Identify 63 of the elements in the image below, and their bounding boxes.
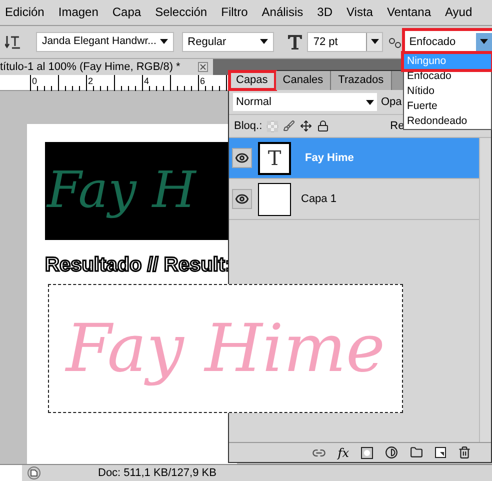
- panel-tab[interactable]: Capas: [229, 71, 276, 90]
- blend-mode-dropdown[interactable]: Normal: [233, 93, 377, 111]
- caret-icon: [370, 39, 379, 44]
- eye-icon: [235, 192, 249, 206]
- visibility-toggle[interactable]: [232, 189, 252, 209]
- menu-item[interactable]: Filtro: [221, 3, 248, 22]
- document-size: Doc: 511,1 KB/127,9 KB: [98, 466, 216, 480]
- lock-label: Bloq.:: [234, 118, 262, 134]
- brush-icon[interactable]: [283, 120, 296, 132]
- menu-item[interactable]: Edición: [5, 3, 44, 22]
- eye-icon: [235, 151, 249, 165]
- zoom-field[interactable]: [0, 464, 22, 481]
- menu-item[interactable]: 3D: [317, 3, 332, 22]
- ruler-label: 0: [32, 75, 38, 88]
- panel-tab[interactable]: Trazados: [331, 71, 392, 90]
- opacity-label: Opa: [381, 94, 402, 110]
- fill-label: Re: [390, 118, 404, 134]
- status-icon[interactable]: [27, 466, 41, 480]
- font-size-dropdown[interactable]: 72 pt: [307, 32, 384, 52]
- menu-item[interactable]: Análisis: [262, 3, 304, 22]
- caret-icon: [160, 39, 168, 44]
- menu-item[interactable]: Capa: [112, 3, 142, 22]
- layer-thumbnail: T: [258, 142, 291, 174]
- move-icon[interactable]: [300, 120, 312, 132]
- menu-item[interactable]: Ayud: [445, 3, 472, 22]
- menu-option[interactable]: Fuerte: [404, 99, 491, 114]
- lock-icon[interactable]: [317, 120, 330, 132]
- anti-alias-dropdown[interactable]: Enfocado: [405, 30, 492, 53]
- close-icon[interactable]: [198, 62, 208, 72]
- font-family-dropdown[interactable]: Janda Elegant Handwr...: [36, 32, 174, 52]
- folder-icon[interactable]: [410, 446, 423, 459]
- menu-item[interactable]: Vista: [346, 3, 373, 22]
- document-tab[interactable]: título-1 al 100% (Fay Hime, RGB/8) *: [0, 58, 213, 76]
- menu-item[interactable]: Ventana: [386, 3, 431, 22]
- ruler-label: 6: [200, 75, 206, 88]
- layer-row[interactable]: T Fay Hime: [229, 138, 479, 179]
- layer-name: Capa 1: [301, 192, 336, 207]
- font-size-icon: [287, 34, 304, 50]
- trash-icon[interactable]: [458, 446, 471, 459]
- caption: Resultado // Result:: [45, 252, 233, 278]
- mask-icon[interactable]: [361, 446, 373, 458]
- title-banner: Fay H: [45, 142, 230, 240]
- menu-option[interactable]: Enfocado: [404, 69, 491, 84]
- ruler-label: 2: [88, 75, 94, 88]
- text-bounding-box: Fay Hime: [48, 284, 403, 413]
- caret-icon: [480, 39, 488, 44]
- text-orientation-icon: [5, 34, 21, 50]
- panel-tab[interactable]: Canales: [276, 71, 332, 90]
- menu-item[interactable]: Selección: [155, 3, 208, 22]
- adjustment-icon[interactable]: [385, 446, 398, 459]
- scrollbar[interactable]: [479, 138, 491, 442]
- layer-name: Fay Hime: [305, 150, 354, 166]
- font-style-dropdown[interactable]: Regular: [182, 32, 274, 52]
- new-layer-icon[interactable]: [435, 447, 446, 458]
- menu-option[interactable]: Nítido: [404, 84, 491, 99]
- menu-item[interactable]: Imagen: [58, 3, 98, 22]
- menu-option[interactable]: Redondeado: [404, 114, 491, 129]
- ruler-label: 4: [144, 75, 150, 88]
- visibility-toggle[interactable]: [232, 148, 252, 168]
- caret-icon: [366, 100, 374, 104]
- effects-button[interactable]: fx: [338, 444, 349, 462]
- caret-icon: [260, 39, 268, 44]
- layer-thumbnail: [258, 182, 291, 216]
